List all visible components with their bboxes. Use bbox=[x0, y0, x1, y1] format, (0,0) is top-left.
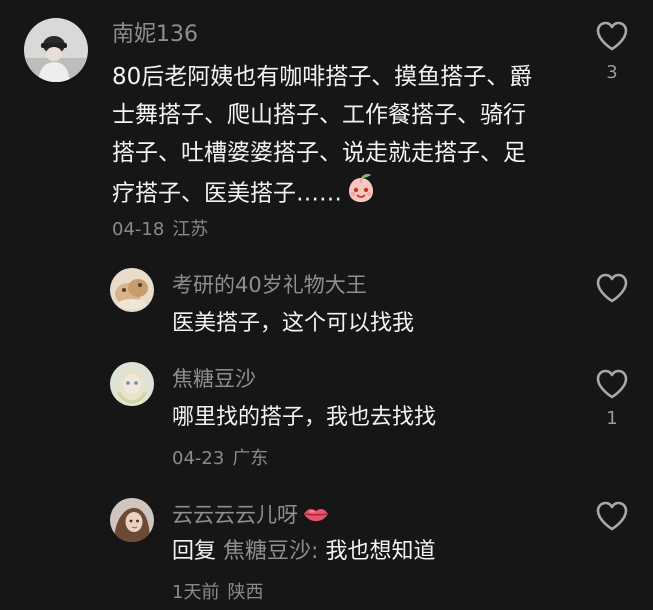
username-text: 云云云云儿呀 bbox=[172, 503, 298, 527]
heart-outline-icon bbox=[596, 21, 628, 51]
heart-outline-icon bbox=[596, 369, 628, 399]
username[interactable]: 焦糖豆沙 bbox=[172, 364, 256, 394]
reply-prefix: 回复 bbox=[172, 539, 217, 564]
like-count: 1 bbox=[606, 408, 618, 429]
comment-meta: 1天前 陕西 bbox=[172, 581, 263, 605]
username[interactable]: 南妮136 bbox=[112, 20, 198, 50]
reply-item: 云云云云儿呀 回复 焦糖豆沙: 我也想知道 1天前 陕西 bbox=[0, 490, 653, 610]
comment-date: 1天前 bbox=[172, 582, 220, 603]
comment-date: 04-23 bbox=[172, 448, 225, 469]
comment-location: 广东 bbox=[232, 448, 269, 469]
lips-emoji bbox=[302, 501, 330, 531]
reply-mention[interactable]: 焦糖豆沙: bbox=[223, 539, 318, 564]
avatar[interactable] bbox=[110, 498, 154, 542]
comment-text-body: 我也想知道 bbox=[325, 539, 436, 564]
like-button[interactable] bbox=[594, 366, 630, 402]
reply-item: 考研的40岁礼物大王 医美搭子，这个可以找我 bbox=[0, 258, 653, 348]
comment-location: 陕西 bbox=[227, 582, 264, 603]
comment-text: 医美搭子，这个可以找我 bbox=[172, 311, 415, 336]
comment-date: 04-18 bbox=[112, 219, 165, 240]
comment-item: 南妮136 80后老阿姨也有咖啡搭子、摸鱼搭子、爵士舞搭子、爬山搭子、工作餐搭子… bbox=[0, 0, 653, 250]
username[interactable]: 考研的40岁礼物大王 bbox=[172, 270, 367, 300]
heart-outline-icon bbox=[596, 501, 628, 531]
comment-meta: 04-23 广东 bbox=[172, 447, 268, 471]
like-button[interactable] bbox=[594, 498, 630, 534]
comment-location: 江苏 bbox=[172, 219, 209, 240]
comment-meta: 04-18 江苏 bbox=[112, 218, 208, 242]
avatar[interactable] bbox=[24, 18, 88, 82]
like-button[interactable] bbox=[594, 270, 630, 306]
reply-item: 焦糖豆沙 哪里找的搭子，我也去找找 04-23 广东 1 bbox=[0, 354, 653, 484]
comment-text-body: 80后老阿姨也有咖啡搭子、摸鱼搭子、爵士舞搭子、爬山搭子、工作餐搭子、骑行搭子、… bbox=[112, 64, 533, 207]
comment-text: 回复 焦糖豆沙: 我也想知道 bbox=[172, 533, 612, 571]
peach-face-emoji bbox=[344, 172, 378, 216]
avatar[interactable] bbox=[110, 268, 154, 312]
like-button[interactable] bbox=[594, 18, 630, 54]
username[interactable]: 云云云云儿呀 bbox=[172, 500, 330, 531]
comment-text: 80后老阿姨也有咖啡搭子、摸鱼搭子、爵士舞搭子、爬山搭子、工作餐搭子、骑行搭子、… bbox=[112, 58, 544, 216]
like-count: 3 bbox=[606, 62, 618, 83]
heart-outline-icon bbox=[596, 273, 628, 303]
comment-text: 哪里找的搭子，我也去找找 bbox=[172, 405, 437, 430]
avatar[interactable] bbox=[110, 362, 154, 406]
